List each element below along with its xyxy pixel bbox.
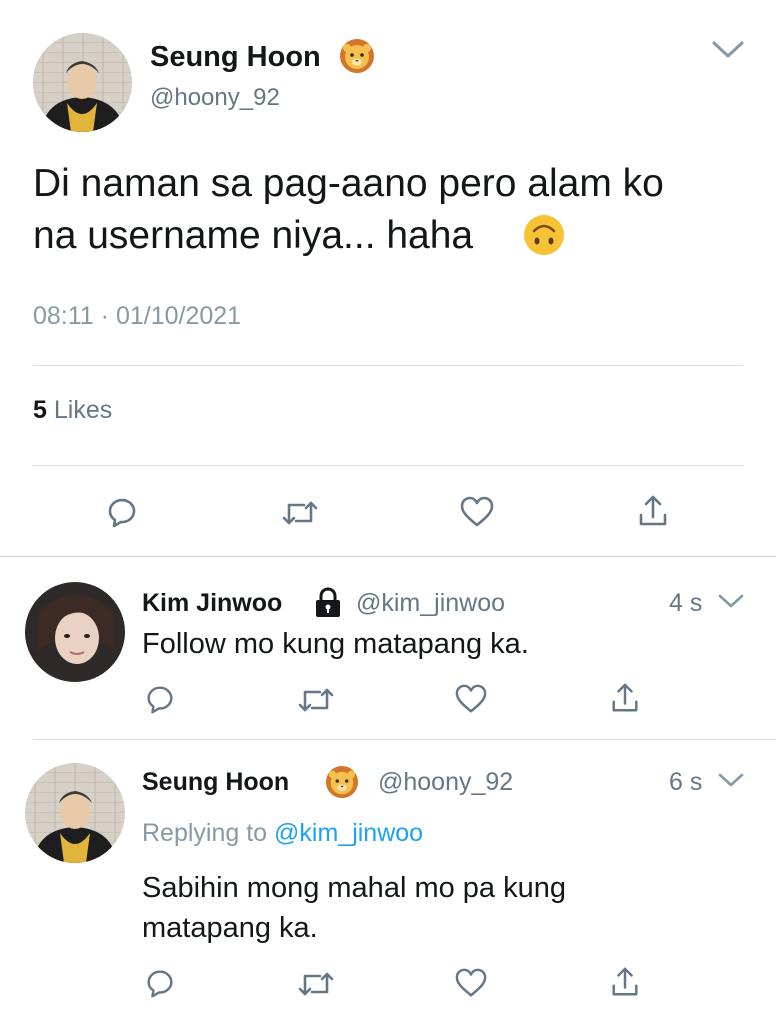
reply-icon[interactable] <box>143 966 177 1000</box>
reply-handle[interactable]: @kim_jinwoo <box>356 588 505 618</box>
like-icon[interactable] <box>454 683 488 715</box>
main-tweet-date: 01/10/2021 <box>115 302 242 330</box>
main-tweet-avatar[interactable] <box>33 33 132 132</box>
chevron-down-icon[interactable] <box>717 591 745 611</box>
timestamp-separator: · <box>100 302 109 330</box>
like-icon[interactable] <box>459 495 495 529</box>
share-icon[interactable] <box>609 965 641 999</box>
reply-display-name[interactable]: Kim Jinwoo <box>142 588 282 618</box>
reply-handle[interactable]: @hoony_92 <box>378 767 513 797</box>
upside-down-face-emoji <box>522 213 566 257</box>
reply-text-line1: Sabihin mong mahal mo pa kung <box>142 872 566 904</box>
main-tweet-timestamp: 08:11 · 01/10/2021 <box>33 301 241 331</box>
retweet-icon[interactable] <box>280 497 320 529</box>
likes-summary[interactable]: 5 Likes <box>33 395 112 425</box>
main-tweet-text-line2: na username niya... haha <box>33 214 474 257</box>
chevron-down-icon[interactable] <box>711 39 745 61</box>
replying-to-handle-link[interactable]: @kim_jinwoo <box>274 819 423 847</box>
divider <box>33 365 743 366</box>
likes-label: Likes <box>53 396 113 424</box>
reply-avatar[interactable] <box>25 582 125 682</box>
lock-icon <box>313 586 343 618</box>
main-tweet-time: 08:11 <box>33 302 94 330</box>
replying-to-label: Replying to <box>142 819 268 847</box>
reply-text: Follow mo kung matapang ka. <box>142 628 529 660</box>
retweet-icon[interactable] <box>296 684 336 716</box>
reply-text-line2: matapang ka. <box>142 912 318 944</box>
replying-to: Replying to @kim_jinwoo <box>142 818 423 848</box>
likes-count: 5 <box>33 396 47 424</box>
reply-avatar[interactable] <box>25 763 125 863</box>
divider <box>33 465 743 466</box>
share-icon[interactable] <box>609 681 641 715</box>
retweet-icon[interactable] <box>296 968 336 1000</box>
chevron-down-icon[interactable] <box>717 770 745 790</box>
like-icon[interactable] <box>454 967 488 999</box>
reply-time-ago: 4 s <box>669 589 703 617</box>
main-tweet-handle[interactable]: @hoony_92 <box>150 84 280 112</box>
reply-icon[interactable] <box>104 494 140 530</box>
divider <box>0 556 776 557</box>
lion-face-emoji <box>339 38 375 74</box>
reply-icon[interactable] <box>143 682 177 716</box>
reply-display-name[interactable]: Seung Hoon <box>142 767 289 797</box>
share-icon[interactable] <box>636 493 670 529</box>
divider <box>33 739 776 740</box>
lion-face-emoji <box>325 765 359 799</box>
reply-time-ago: 6 s <box>669 768 703 796</box>
main-tweet-display-name[interactable]: Seung Hoon <box>150 40 321 74</box>
main-tweet-text-line1: Di naman sa pag-aano pero alam ko <box>33 162 664 205</box>
